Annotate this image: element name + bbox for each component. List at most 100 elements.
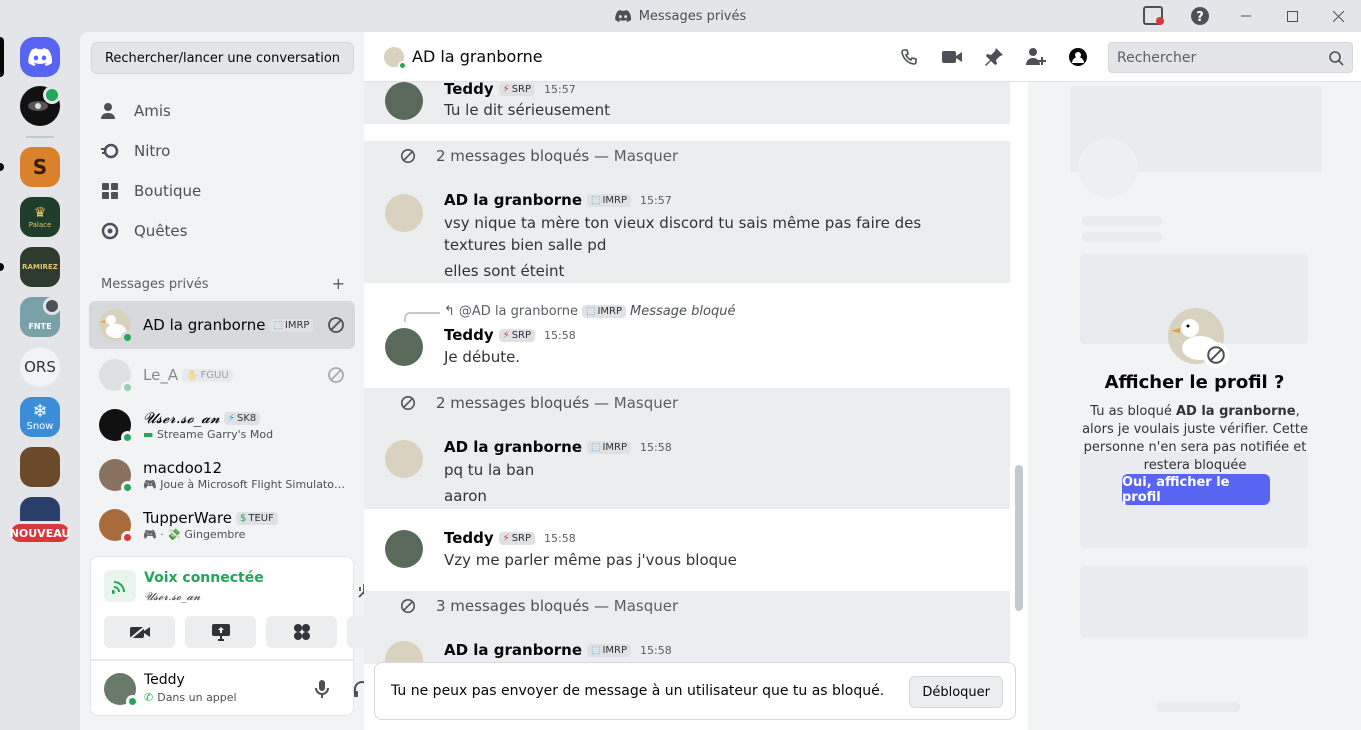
dm-item-tupperware[interactable]: TupperWare $ TEUF 🎮 · 💸 Gingembre [89,501,355,549]
guild-tag: ✋ FGUU [182,368,233,382]
add-friends-to-dm-icon[interactable] [1025,47,1047,67]
chat-search-input[interactable]: Rechercher [1108,42,1353,73]
show-profile-button[interactable]: Oui, afficher le profil [1122,474,1270,505]
gamepad-icon: 🎮 [143,528,157,541]
dm-panel: Rechercher/lancer une conversation Amis … [80,32,418,730]
minimize-button[interactable] [1223,0,1269,32]
activities-button[interactable] [266,616,337,648]
lightning-icon: ⚡ [502,83,510,95]
author-avatar[interactable] [385,530,423,568]
streaming-badge [43,86,61,104]
microphone-icon[interactable] [315,680,329,698]
author-name[interactable]: Teddy [444,326,494,344]
guild-tag: ⚡ SRP [498,82,536,96]
dm-item-le-a[interactable]: Le_A ✋ FGUU [89,351,355,399]
voice-call-icon[interactable] [900,48,920,68]
author-name[interactable]: AD la granborne [444,191,582,209]
discord-logo-icon [614,10,631,22]
blocked-icon [400,598,416,614]
nitro-icon [101,143,119,159]
hide-blocked-link[interactable]: Masquer [614,147,678,165]
timestamp: 15:58 [544,328,576,342]
author-name[interactable]: AD la granborne [444,438,582,456]
hide-blocked-link[interactable]: Masquer [614,394,678,412]
avatar [99,359,134,394]
srp-server[interactable]: S [20,147,60,187]
author-avatar[interactable] [385,82,423,120]
author-name[interactable]: AD la granborne [444,641,582,659]
active-indicator [0,37,4,77]
dm-item-ad-la-granborne[interactable]: AD la granborne ⬚ IMRP [89,301,355,349]
snow-server[interactable]: ❄ Snow [20,397,60,437]
tag-icon: ⬚ [591,194,601,206]
reply-preview[interactable]: ↰ @AD la granborne ⬚ IMRP Message bloqué [444,304,735,319]
voice-channel[interactable]: 𝓤𝓼𝓮𝓻.𝓼𝓸_𝓪𝓷 [144,590,200,604]
voice-status[interactable]: Voix connectée [144,570,264,586]
help-button[interactable]: ? [1177,0,1223,32]
nav-quests[interactable]: Quêtes [90,211,354,251]
title-bar: Messages privés ? [0,0,1361,32]
activities-icon [293,624,310,640]
author-name[interactable]: Teddy [444,82,494,98]
status-online [121,381,134,394]
nav-friends[interactable]: Amis [90,91,354,131]
profile-dialog-title: Afficher le profil ? [1104,372,1285,393]
avatar [99,309,134,344]
tag-icon: ⬚ [273,319,283,331]
dm-item-macdoo12[interactable]: macdoo12 🎮 Joue à Microsoft Flight Simul… [89,451,355,499]
message-text: Tu le dit sérieusement [444,101,611,119]
profile-blocked-badge [1203,342,1229,368]
header-avatar [384,46,407,70]
user-avatar[interactable] [104,673,139,708]
phone-icon: ✆ [144,691,154,704]
stream-icon: ▬ [143,428,154,441]
guild-tag: ⬚ IMRP [587,643,632,657]
status-online [121,481,134,494]
nav-nitro[interactable]: Nitro [90,131,354,171]
profile-panel: Afficher le profil ? Tu as bloqué AD la … [1028,82,1361,730]
message-text: pq tu la ban [444,461,535,479]
message-text: vsy nique ta mère ton vieux discord tu s… [444,214,922,254]
ors-server[interactable]: ORS [20,347,60,387]
screen-share-button[interactable] [185,616,256,648]
inbox-button[interactable] [1131,0,1177,32]
author-avatar[interactable] [385,641,423,664]
nav-shop[interactable]: Boutique [90,171,354,211]
profile-dialog-text: Tu as bloqué AD la granborne, alors je v… [1082,404,1308,473]
author-avatar[interactable] [385,194,423,232]
dm-item-user-so-an[interactable]: 𝓤𝓼𝓮𝓻.𝓼𝓸_𝓪𝓷 ⚡ SK8 ▬ Streame Garry's Mod [89,401,355,449]
home-button[interactable] [20,37,60,77]
voice-signal-icon [104,570,136,602]
add-dm-icon[interactable]: + [332,276,345,292]
close-window-button[interactable] [1315,0,1361,32]
author-name[interactable]: Teddy [444,529,494,547]
ramirez-server[interactable]: RAMIREZ [20,247,60,287]
video-call-icon[interactable] [941,49,963,65]
reply-connector [404,312,440,322]
status-online [398,60,407,70]
game-server-1[interactable] [20,447,60,487]
find-conversation-button[interactable]: Rechercher/lancer une conversation [91,42,354,74]
money-icon: $ [239,512,247,524]
hide-blocked-link[interactable]: Masquer [614,597,678,615]
message-text: Je débute. [444,348,521,366]
timestamp: 15:57 [544,82,576,96]
author-avatar[interactable] [385,440,423,478]
lightning-icon: ⚡ [227,412,235,424]
author-avatar[interactable] [385,328,423,366]
user-profile-icon[interactable] [1068,47,1088,67]
pinned-messages-icon[interactable] [984,47,1004,67]
palace-server[interactable]: ♛ Palace [20,197,60,237]
message-text: aaron [444,487,487,505]
unblock-button[interactable]: Débloquer [909,676,1003,708]
chat-header-name[interactable]: AD la granborne [412,47,543,66]
user-name[interactable]: Teddy [144,672,185,688]
screen-share-icon [211,624,230,641]
unread-indicator [0,163,4,171]
new-badge[interactable]: NOUVEAU [8,521,72,545]
camera-toggle-button[interactable] [104,616,175,648]
blocked-group: 3 messages bloqués — Masquer AD la granb… [364,591,1010,664]
maximize-button[interactable] [1269,0,1315,32]
message-text: elles sont éteint [444,262,565,280]
chat-scrollbar[interactable] [1015,465,1023,611]
